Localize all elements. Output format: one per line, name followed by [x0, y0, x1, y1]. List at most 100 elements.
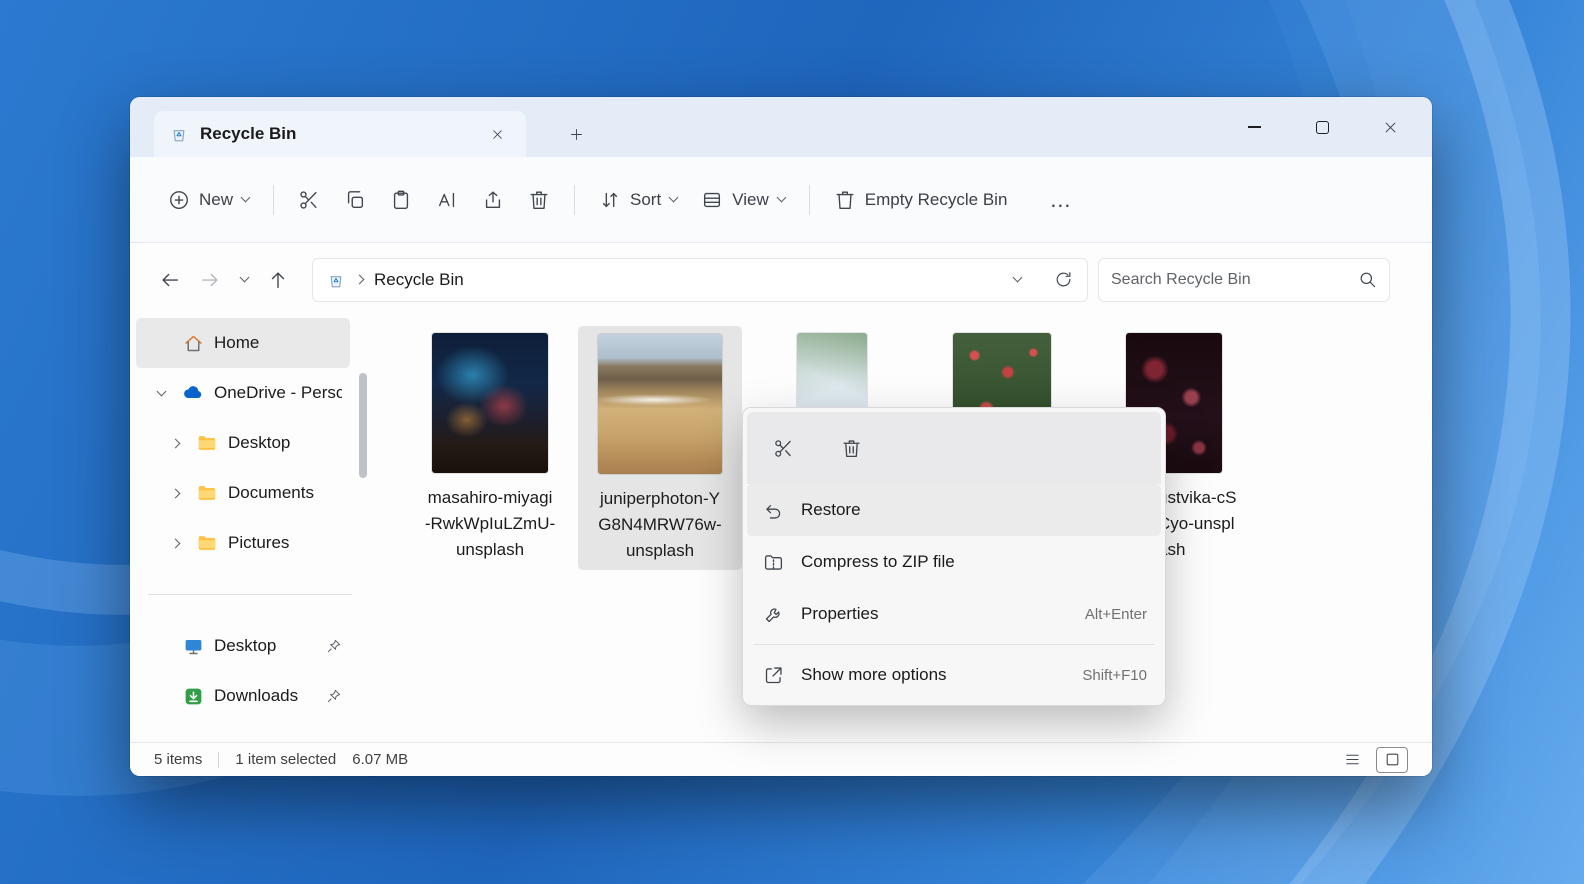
- sidebar-item-label: Downloads: [214, 686, 299, 705]
- trash-icon: [530, 191, 548, 209]
- context-menu-icon-row: [747, 412, 1161, 484]
- new-button-label: New: [199, 189, 234, 209]
- chevron-right-icon: [164, 488, 186, 498]
- file-name: juniperphoton-Y G8N4MRW76w- unsplash: [598, 489, 722, 560]
- plus-icon: [570, 128, 582, 140]
- details-view-icon: [1345, 754, 1359, 765]
- view-button[interactable]: View: [689, 179, 797, 221]
- sidebar-scrollbar[interactable]: [359, 373, 367, 478]
- sidebar-item-label: Desktop: [214, 636, 277, 655]
- share-icon: [485, 191, 501, 208]
- share-button[interactable]: [470, 179, 516, 221]
- rename-button[interactable]: [424, 179, 470, 221]
- menu-item-show-more-options[interactable]: Show more options Shift+F10: [747, 649, 1161, 701]
- pin-icon: [326, 638, 342, 654]
- menu-item-shortcut: Alt+Enter: [1084, 605, 1147, 623]
- sidebar-item-onedrive[interactable]: OneDrive - Perso: [136, 368, 350, 418]
- navigation-bar: Recycle Bin: [130, 243, 1432, 316]
- paste-icon: [393, 190, 409, 209]
- sort-button[interactable]: Sort: [587, 179, 689, 221]
- context-cut-button[interactable]: [761, 428, 805, 468]
- chevron-down-icon: [240, 192, 251, 203]
- chevron-down-icon: [150, 386, 172, 396]
- tab-close-button[interactable]: [484, 121, 510, 147]
- trash-icon: [834, 189, 856, 211]
- breadcrumb-location[interactable]: Recycle Bin: [374, 270, 464, 290]
- arrow-up-icon: [271, 271, 285, 288]
- arrow-right-icon: [201, 273, 218, 286]
- close-button[interactable]: [1356, 97, 1424, 157]
- sidebar-item-downloads[interactable]: Downloads: [136, 671, 350, 721]
- address-bar[interactable]: Recycle Bin: [312, 257, 1088, 302]
- paste-button[interactable]: [378, 179, 424, 221]
- copy-button[interactable]: [332, 179, 378, 221]
- tab-recycle-bin[interactable]: Recycle Bin: [154, 111, 526, 157]
- rename-icon: [438, 192, 455, 207]
- minimize-icon: [1247, 126, 1261, 128]
- sidebar-item-desktop[interactable]: Desktop: [136, 418, 350, 468]
- scissors-icon: [774, 439, 791, 457]
- context-menu: Restore Compress to ZIP file Properties …: [742, 407, 1166, 706]
- arrow-left-icon: [162, 273, 179, 286]
- thumbnail-view-button[interactable]: [1376, 746, 1408, 773]
- toolbar-separator: [273, 184, 275, 215]
- chevron-down-icon: [239, 272, 249, 283]
- chevron-right-icon: [164, 438, 186, 448]
- sidebar-item-home[interactable]: Home: [136, 318, 350, 368]
- more-options-button[interactable]: …: [1037, 185, 1084, 215]
- folder-icon: [196, 482, 218, 504]
- maximize-button[interactable]: [1288, 97, 1356, 157]
- new-button[interactable]: New: [156, 179, 261, 221]
- file-name: masahiro-miyagi -RwkWpIuLZmU- unsplash: [424, 488, 556, 559]
- file-item-selected[interactable]: juniperphoton-Y G8N4MRW76w- unsplash: [578, 326, 742, 570]
- file-item[interactable]: masahiro-miyagi -RwkWpIuLZmU- unsplash: [410, 333, 570, 563]
- file-thumbnail: [598, 334, 722, 474]
- sidebar-item-desktop-pinned[interactable]: Desktop: [136, 621, 350, 671]
- minimize-button[interactable]: [1220, 97, 1288, 157]
- downloads-icon: [182, 685, 204, 707]
- view-mode-buttons: [1336, 746, 1408, 773]
- home-icon: [182, 332, 204, 354]
- chevron-down-icon: [776, 192, 787, 203]
- view-icon: [701, 189, 723, 211]
- toolbar-separator: [808, 184, 810, 215]
- forward-button[interactable]: [190, 260, 230, 300]
- empty-recycle-bin-button[interactable]: Empty Recycle Bin: [822, 179, 1020, 221]
- refresh-button[interactable]: [1054, 270, 1073, 289]
- plus-circle-icon: [168, 189, 190, 211]
- external-link-icon: [761, 665, 785, 686]
- statusbar-divider: [218, 751, 220, 768]
- sidebar-item-label: Documents: [228, 483, 314, 502]
- thumbnail-view-icon: [1386, 753, 1398, 766]
- zip-folder-icon: [761, 552, 785, 573]
- selection-count: 1 item selected: [235, 751, 337, 768]
- sidebar-item-label: Desktop: [228, 433, 291, 452]
- recent-locations-button[interactable]: [230, 260, 258, 300]
- back-button[interactable]: [150, 260, 190, 300]
- onedrive-icon: [182, 382, 204, 404]
- menu-item-compress[interactable]: Compress to ZIP file: [747, 536, 1161, 588]
- sidebar-item-pictures[interactable]: Pictures: [136, 518, 350, 568]
- sidebar-item-documents[interactable]: Documents: [136, 468, 350, 518]
- menu-item-label: Properties: [801, 604, 879, 623]
- menu-item-restore[interactable]: Restore: [747, 484, 1161, 536]
- sort-button-label: Sort: [630, 189, 662, 209]
- folder-icon: [196, 532, 218, 554]
- context-delete-button[interactable]: [829, 428, 873, 468]
- delete-button[interactable]: [516, 179, 562, 221]
- address-dropdown-chevron-icon[interactable]: [1012, 272, 1023, 283]
- chevron-right-icon: [354, 274, 365, 285]
- sidebar-item-label: Pictures: [228, 533, 290, 552]
- search-input[interactable]: [1111, 270, 1350, 289]
- scissors-icon: [300, 190, 317, 209]
- up-button[interactable]: [258, 260, 298, 300]
- new-tab-button[interactable]: [558, 117, 594, 151]
- details-view-button[interactable]: [1336, 747, 1368, 773]
- chevron-right-icon: [164, 538, 186, 548]
- cut-button[interactable]: [286, 179, 332, 221]
- window-controls: [1220, 97, 1424, 157]
- desktop-icon: [182, 635, 204, 657]
- sidebar-item-label: OneDrive - Perso: [214, 383, 342, 402]
- trash-icon: [842, 439, 860, 457]
- menu-item-properties[interactable]: Properties Alt+Enter: [747, 588, 1161, 640]
